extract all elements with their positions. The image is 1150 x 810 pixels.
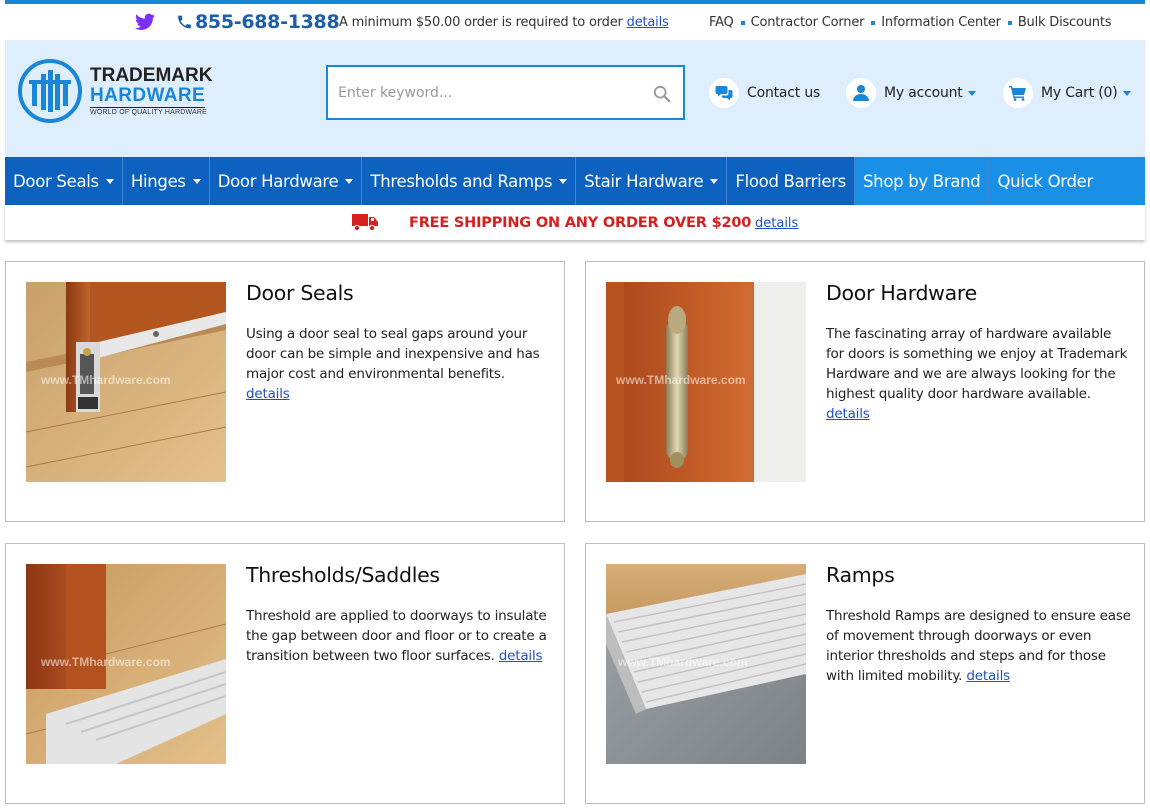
free-shipping-details-link[interactable]: details [755,216,798,231]
user-icon [846,78,876,108]
nav-label: Stair Hardware [584,171,704,191]
top-link-faq[interactable]: FAQ [709,15,734,31]
separator [1007,21,1012,25]
watermark: www.TMhardware.com [617,655,748,669]
minimum-order-text: A minimum $50.00 order is required to or… [339,15,623,30]
main-nav: Door Seals Hinges Door Hardware Threshol… [5,157,1145,205]
card-title[interactable]: Door Seals [246,281,354,305]
watermark: www.TMhardware.com [40,373,171,387]
card-description: Threshold Ramps are designed to ensure e… [826,606,1131,686]
watermark: www.TMhardware.com [40,655,171,669]
minimum-order-notice: A minimum $50.00 order is required to or… [339,15,669,31]
contact-us-label: Contact us [747,85,821,101]
nav-item-quick-order[interactable]: Quick Order [989,157,1145,205]
trademark-logo-icon[interactable] [17,58,83,124]
nav-label: Thresholds and Ramps [370,171,553,191]
top-link-bulk-discounts[interactable]: Bulk Discounts [1018,15,1112,31]
watermark: www.TMhardware.com [615,373,746,387]
category-card-door-seals: www.TMhardware.com Door Seals Using a do… [5,261,565,522]
brand-tagline: WORLD OF QUALITY HARDWARE [90,109,208,116]
cart-icon [1003,78,1033,108]
nav-item-flood-barriers[interactable]: Flood Barriers [727,157,855,205]
my-cart-button[interactable]: My Cart (0) [1003,78,1131,108]
nav-item-door-hardware[interactable]: Door Hardware [210,157,363,205]
category-card-thresholds-saddles: www.TMhardware.com Thresholds/Saddles Th… [5,543,565,804]
twitter-icon[interactable] [135,13,155,31]
nav-item-thresholds-and-ramps[interactable]: Thresholds and Ramps [362,157,577,205]
top-links: FAQ Contractor Corner Information Center… [709,15,1112,31]
site-header: TRADEMARK HARDWARE WORLD OF QUALITY HARD… [5,40,1145,157]
card-body: The fascinating array of hardware availa… [826,326,1128,402]
phone-number[interactable]: 855-688-1388 [195,8,340,36]
card-details-link[interactable]: details [499,648,543,664]
threshold-image[interactable]: www.TMhardware.com [26,564,226,764]
search-icon[interactable] [653,85,671,103]
my-account-button[interactable]: My account [846,78,976,108]
brand-line-1[interactable]: TRADEMARK [90,65,212,87]
card-description: Using a door seal to seal gaps around yo… [246,324,551,404]
card-details-link[interactable]: details [246,386,290,402]
separator [740,21,745,25]
brand-line-2[interactable]: HARDWARE [90,85,206,108]
door-seal-image[interactable]: www.TMhardware.com [26,282,226,482]
nav-label: Hinges [130,171,186,191]
card-title[interactable]: Thresholds/Saddles [246,563,440,587]
nav-item-shop-by-brand[interactable]: Shop by Brand [854,157,990,205]
chevron-down-icon [710,178,719,184]
utility-bar: 855-688-1388 A minimum $50.00 order is r… [5,4,1145,40]
my-account-label: My account [884,85,963,101]
card-details-link[interactable]: details [826,406,870,422]
card-title[interactable]: Door Hardware [826,281,977,305]
chat-bubble-icon [709,78,739,108]
nav-item-stair-hardware[interactable]: Stair Hardware [576,157,728,205]
chevron-down-icon [105,178,114,184]
card-details-link[interactable]: details [966,668,1010,684]
card-title[interactable]: Ramps [826,563,895,587]
nav-label: Flood Barriers [735,171,846,191]
top-link-information-center[interactable]: Information Center [881,15,1001,31]
search-box [326,65,685,120]
nav-label: Door Hardware [217,171,339,191]
chevron-down-icon [1122,90,1131,96]
card-description: Threshold are applied to doorways to ins… [246,606,551,666]
card-description: The fascinating array of hardware availa… [826,324,1131,424]
nav-item-door-seals[interactable]: Door Seals [5,157,123,205]
my-cart-label: My Cart (0) [1041,85,1118,101]
nav-label: Quick Order [997,171,1093,191]
card-body: Using a door seal to seal gaps around yo… [246,326,540,382]
phone-icon [178,15,191,29]
ramp-image[interactable]: www.TMhardware.com [606,564,806,764]
door-hardware-image[interactable]: www.TMhardware.com [606,282,806,482]
nav-label: Shop by Brand [862,171,981,191]
search-input[interactable] [338,79,638,106]
shipping-banner: FREE SHIPPING ON ANY ORDER OVER $200 det… [5,205,1145,240]
chevron-down-icon [967,90,976,96]
separator [871,21,876,25]
minimum-order-details-link[interactable]: details [627,15,669,30]
category-card-door-hardware: www.TMhardware.com Door Hardware The fas… [585,261,1145,522]
chevron-down-icon [559,178,568,184]
category-card-ramps: www.TMhardware.com Ramps Threshold Ramps… [585,543,1145,804]
chevron-down-icon [345,178,354,184]
chevron-down-icon [192,178,201,184]
truck-icon [352,214,378,231]
nav-label: Door Seals [13,171,99,191]
nav-item-hinges[interactable]: Hinges [123,157,210,205]
top-link-contractor-corner[interactable]: Contractor Corner [751,15,865,31]
contact-us-button[interactable]: Contact us [709,78,820,108]
free-shipping-text: FREE SHIPPING ON ANY ORDER OVER $200 [409,215,752,231]
